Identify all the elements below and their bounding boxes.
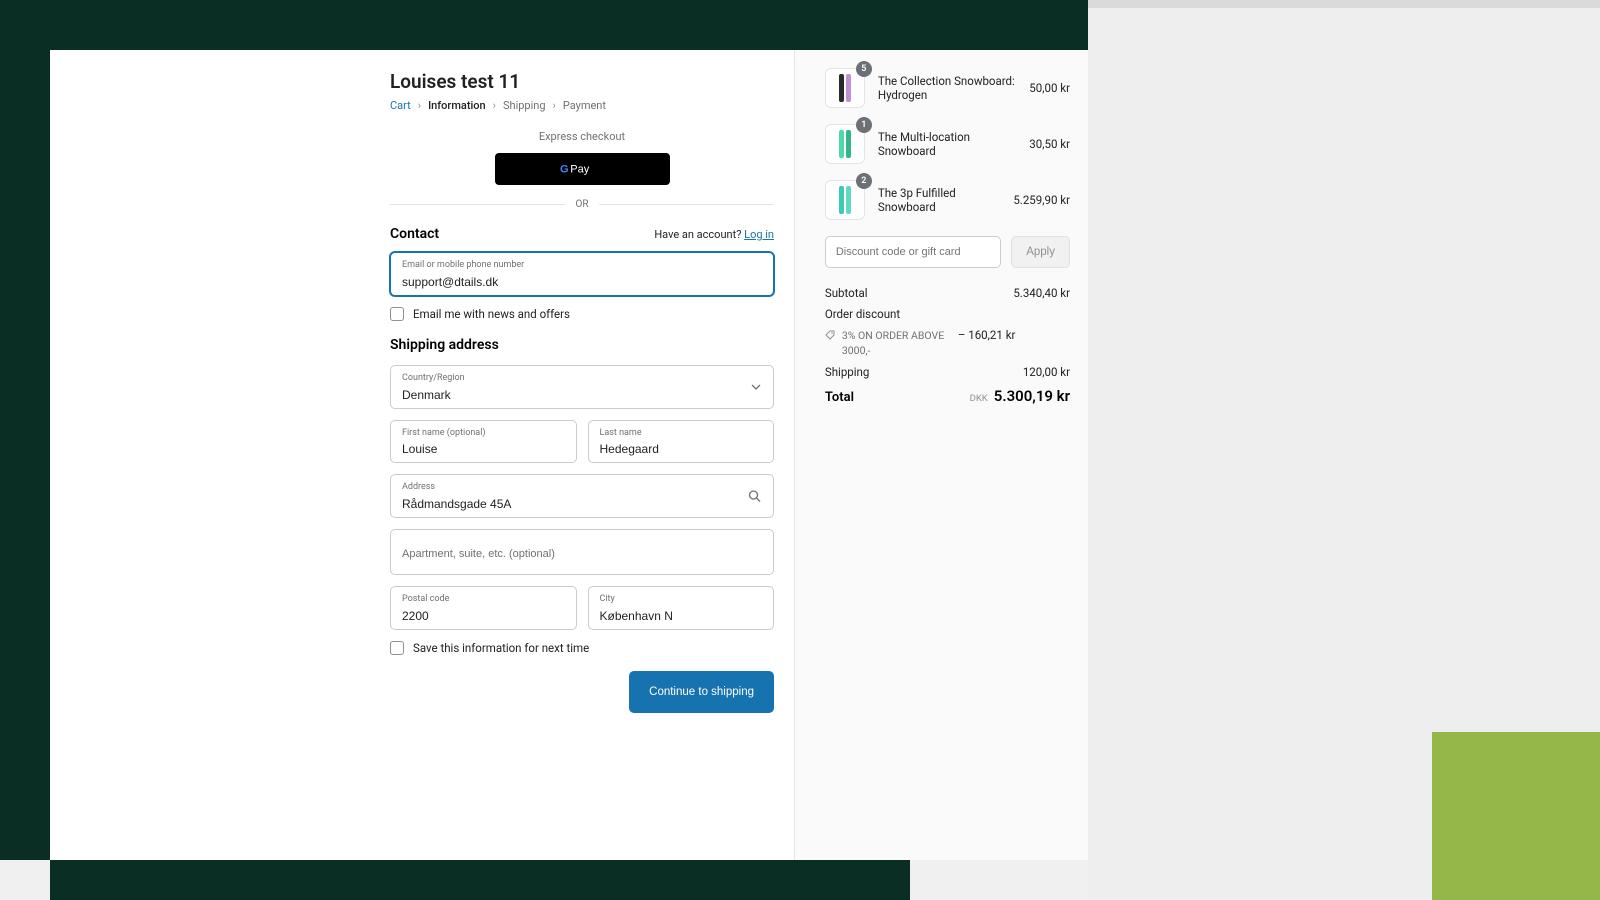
- lastname-label: Last name: [600, 428, 763, 439]
- country-select[interactable]: [402, 387, 762, 404]
- postal-input[interactable]: [402, 608, 565, 625]
- total-label: Total: [825, 390, 854, 405]
- log-in-link[interactable]: Log in: [744, 228, 774, 241]
- address-field[interactable]: Address: [390, 474, 774, 518]
- shipping-value: 120,00 kr: [1023, 365, 1070, 379]
- subtotal-label: Subtotal: [825, 286, 868, 300]
- news-checkbox[interactable]: [390, 307, 404, 321]
- save-label: Save this information for next time: [413, 641, 589, 655]
- postal-field[interactable]: Postal code: [390, 586, 577, 630]
- line-item: 2 The 3p Fulfilled Snowboard 5.259,90 kr: [825, 180, 1070, 220]
- google-pay-icon: G Pay: [560, 160, 604, 178]
- total-value: 5.300,19 kr: [994, 387, 1070, 405]
- line-item: 1 The Multi-location Snowboard 30,50 kr: [825, 124, 1070, 164]
- svg-text:G: G: [560, 164, 569, 176]
- country-label: Country/Region: [402, 373, 762, 384]
- country-field[interactable]: Country/Region: [390, 365, 774, 409]
- order-summary-sidebar: 5 The Collection Snowboard: Hydrogen 50,…: [794, 50, 1088, 860]
- product-name: The Multi-location Snowboard: [878, 130, 1016, 158]
- slide-background-top: [0, 0, 1088, 50]
- product-price: 5.259,90 kr: [1013, 193, 1070, 207]
- product-price: 50,00 kr: [1029, 81, 1070, 95]
- discount-code-input[interactable]: [825, 236, 1001, 268]
- svg-text:Pay: Pay: [570, 164, 589, 176]
- order-discount-label: Order discount: [825, 307, 900, 321]
- shipping-label: Shipping: [825, 365, 869, 379]
- breadcrumb-payment[interactable]: Payment: [563, 99, 606, 112]
- firstname-label: First name (optional): [402, 428, 565, 439]
- news-label: Email me with news and offers: [413, 307, 570, 321]
- continue-to-shipping-button[interactable]: Continue to shipping: [629, 671, 774, 713]
- quantity-badge: 1: [856, 117, 872, 133]
- breadcrumb-information: Information: [428, 99, 486, 112]
- accent-block: [1432, 732, 1600, 900]
- subtotal-value: 5.340,40 kr: [1013, 286, 1070, 300]
- product-name: The Collection Snowboard: Hydrogen: [878, 74, 1016, 102]
- lastname-input[interactable]: [600, 441, 763, 458]
- shipping-heading: Shipping address: [390, 337, 774, 353]
- email-label: Email or mobile phone number: [402, 260, 762, 271]
- email-input[interactable]: [402, 274, 762, 291]
- city-field[interactable]: City: [588, 586, 775, 630]
- slide-background-left: [0, 0, 50, 860]
- chevron-right-icon: ›: [418, 99, 421, 112]
- total-currency: DKK: [970, 393, 988, 404]
- chevron-right-icon: ›: [493, 99, 496, 112]
- email-field[interactable]: Email or mobile phone number: [390, 252, 774, 296]
- store-title: Louises test 11: [390, 70, 774, 93]
- search-icon: [748, 490, 761, 503]
- contact-heading: Contact: [390, 226, 439, 242]
- news-offers-row[interactable]: Email me with news and offers: [390, 307, 774, 321]
- express-checkout-label: Express checkout: [390, 130, 774, 143]
- save-checkbox[interactable]: [390, 641, 404, 655]
- product-name: The 3p Fulfilled Snowboard: [878, 186, 1000, 214]
- product-thumb-wrap: 1: [825, 124, 865, 164]
- checkout-main-column: Louises test 11 Cart › Information › Shi…: [50, 50, 794, 860]
- product-thumb-wrap: 5: [825, 68, 865, 108]
- quantity-badge: 2: [856, 173, 872, 189]
- chevron-down-icon: [751, 382, 761, 392]
- login-prompt: Have an account? Log in: [654, 228, 774, 241]
- breadcrumb-cart[interactable]: Cart: [390, 99, 411, 112]
- firstname-field[interactable]: First name (optional): [390, 420, 577, 464]
- google-pay-button[interactable]: G Pay: [495, 153, 670, 185]
- city-label: City: [600, 594, 763, 605]
- postal-label: Postal code: [402, 594, 565, 605]
- discount-name: 3% ON ORDER ABOVE 3000,-: [842, 328, 952, 358]
- address-input[interactable]: [402, 496, 762, 513]
- product-thumb-wrap: 2: [825, 180, 865, 220]
- divider-or: OR: [390, 199, 774, 210]
- save-info-row[interactable]: Save this information for next time: [390, 641, 774, 655]
- discount-amount: – 160,21 kr: [958, 328, 1016, 342]
- checkout-window: Louises test 11 Cart › Information › Shi…: [50, 50, 1088, 860]
- tag-icon: [825, 330, 836, 341]
- firstname-input[interactable]: [402, 441, 565, 458]
- breadcrumb: Cart › Information › Shipping › Payment: [390, 99, 774, 112]
- address-label: Address: [402, 482, 762, 493]
- breadcrumb-shipping[interactable]: Shipping: [503, 99, 546, 112]
- apartment-field[interactable]: [390, 529, 774, 575]
- quantity-badge: 5: [856, 61, 872, 77]
- product-price: 30,50 kr: [1029, 137, 1070, 151]
- lastname-field[interactable]: Last name: [588, 420, 775, 464]
- apply-discount-button[interactable]: Apply: [1011, 236, 1070, 268]
- apartment-input[interactable]: [402, 547, 762, 562]
- city-input[interactable]: [600, 608, 763, 625]
- line-item: 5 The Collection Snowboard: Hydrogen 50,…: [825, 68, 1070, 108]
- chevron-right-icon: ›: [553, 99, 556, 112]
